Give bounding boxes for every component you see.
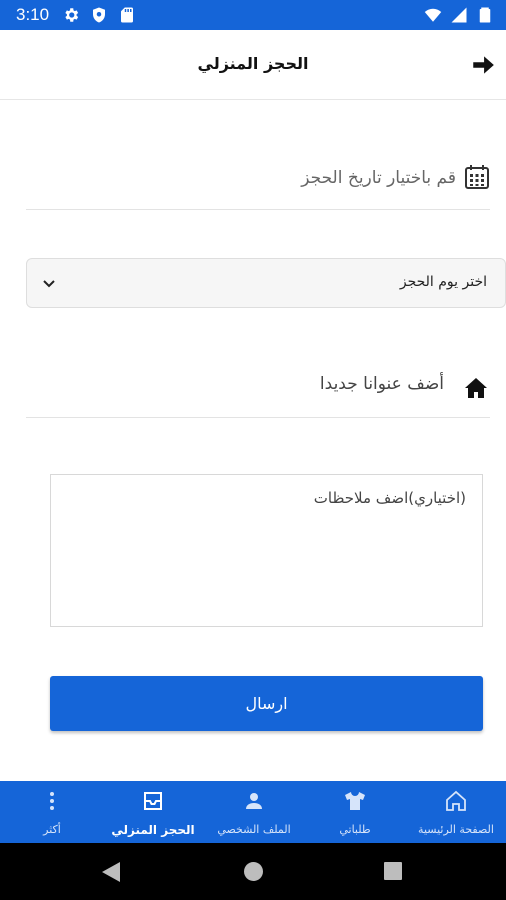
nav-item-more[interactable]: أكثر — [2, 781, 102, 843]
add-address-label: أضف عنوانا جديدا — [319, 374, 444, 394]
notes-textarea[interactable]: (اختياري)اضف ملاحظات — [50, 474, 483, 627]
sd-card-icon — [121, 7, 133, 23]
nav-label-home-booking: الحجز المنزلي — [111, 823, 195, 837]
add-address-field[interactable]: أضف عنوانا جديدا — [26, 358, 490, 418]
arrow-right-icon[interactable] — [470, 52, 496, 78]
home-icon — [465, 378, 487, 398]
day-select-value: اختر يوم الحجز — [399, 274, 487, 290]
gear-icon — [65, 8, 79, 22]
shirt-icon — [345, 792, 365, 810]
shield-icon — [93, 7, 105, 23]
nav-item-profile[interactable]: الملف الشخصي — [204, 781, 304, 843]
recent-apps-icon[interactable] — [384, 862, 402, 880]
app-header: الحجز المنزلي — [0, 30, 506, 100]
date-picker-label: قم باختيار تاريخ الحجز — [301, 168, 456, 188]
person-icon — [246, 793, 262, 809]
notes-placeholder: (اختياري)اضف ملاحظات — [313, 489, 466, 507]
signal-icon — [451, 7, 467, 23]
nav-item-home[interactable]: الصفحة الرئيسية — [406, 781, 506, 843]
day-select[interactable]: اختر يوم الحجز — [26, 258, 506, 308]
calendar-icon — [465, 165, 489, 189]
inbox-icon — [144, 792, 162, 810]
nav-label-orders: طلباتي — [339, 823, 371, 836]
status-bar: 3:10 — [0, 0, 506, 30]
battery-icon — [479, 7, 491, 23]
chevron-down-icon — [43, 280, 55, 288]
wifi-icon — [424, 8, 442, 22]
bottom-nav: الصفحة الرئيسية طلباتي الملف الشخصي الحج… — [0, 781, 506, 843]
home-outline-icon — [446, 790, 466, 811]
nav-label-profile: الملف الشخصي — [217, 823, 291, 836]
date-picker-field[interactable]: قم باختيار تاريخ الحجز — [26, 150, 490, 210]
nav-label-more: أكثر — [43, 823, 61, 836]
more-vertical-icon — [50, 792, 54, 810]
home-circle-icon[interactable] — [244, 862, 263, 881]
submit-button[interactable]: ارسال — [50, 676, 483, 731]
nav-item-orders[interactable]: طلباتي — [305, 781, 405, 843]
back-triangle-icon[interactable] — [101, 861, 121, 883]
status-time: 3:10 — [16, 5, 50, 24]
page-title: الحجز المنزلي — [197, 54, 309, 73]
nav-item-home-booking[interactable]: الحجز المنزلي — [103, 781, 203, 843]
system-nav-bar — [0, 843, 506, 900]
nav-label-home: الصفحة الرئيسية — [418, 823, 494, 836]
